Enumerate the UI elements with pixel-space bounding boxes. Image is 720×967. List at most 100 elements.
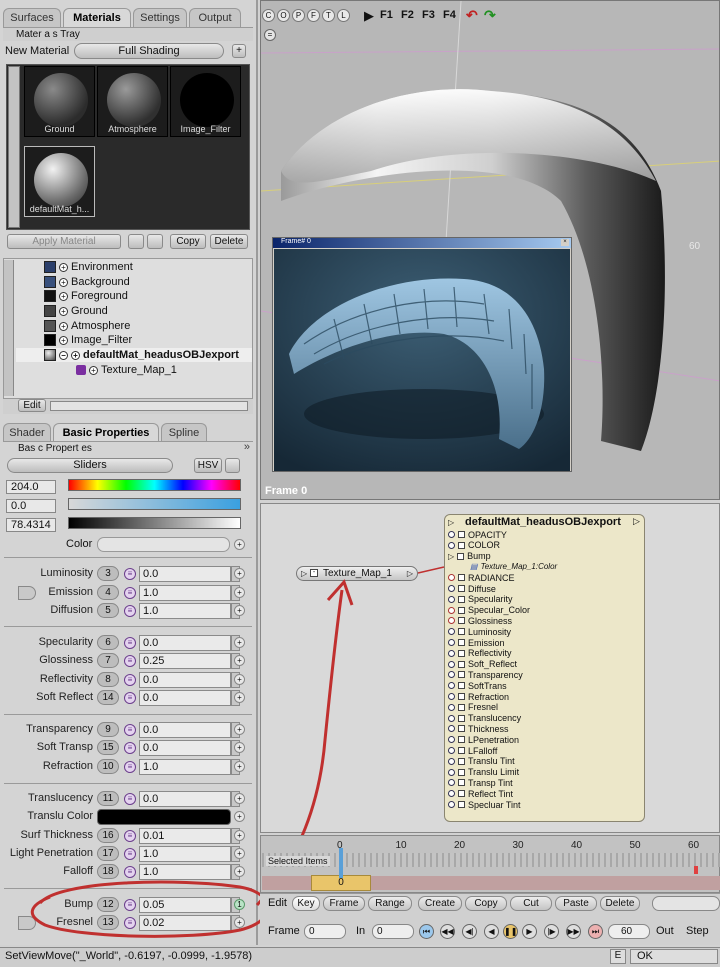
prop-value-field[interactable]: 0.25 — [139, 653, 231, 669]
channel-checkbox[interactable] — [458, 682, 465, 690]
thumb-atmosphere[interactable]: Atmosphere — [97, 66, 168, 137]
link-icon[interactable]: ≡ — [124, 917, 136, 929]
function-key-button[interactable]: F2 — [401, 9, 414, 21]
playhead[interactable] — [339, 848, 343, 878]
timeline-copy-button[interactable]: Copy — [465, 896, 507, 911]
material-channel[interactable]: Specularity — [448, 594, 513, 605]
connect-icon[interactable]: + — [234, 655, 245, 666]
connect-icon[interactable]: 1 — [234, 899, 245, 910]
function-key-button[interactable]: F1 — [380, 9, 393, 21]
material-channel[interactable]: OPACITY — [448, 529, 507, 540]
tree-item-image-filter[interactable]: + Image_Filter — [44, 333, 132, 347]
hue-field[interactable]: 204.0 — [6, 480, 56, 494]
channel-checkbox[interactable] — [458, 736, 465, 744]
link-icon[interactable]: ≡ — [124, 655, 136, 667]
texture-map-node[interactable]: ▷ - Texture_Map_1 ▷ — [296, 566, 418, 581]
tree-item-foreground[interactable]: + Foreground — [44, 289, 128, 303]
channel-input-icon[interactable] — [448, 574, 455, 582]
material-channel[interactable]: Thickness — [448, 723, 509, 734]
channel-checkbox[interactable] — [458, 768, 465, 776]
pause-icon[interactable]: ❚❚ — [503, 924, 518, 939]
link-icon[interactable]: ≡ — [124, 724, 136, 736]
prop-channel-number[interactable]: 6 — [97, 635, 119, 650]
channel-checkbox[interactable] — [458, 725, 465, 733]
thumb-default-mat[interactable]: defaultMat_h... — [24, 146, 95, 217]
material-channel[interactable]: Glossiness — [448, 615, 512, 626]
channel-input-icon[interactable] — [448, 693, 455, 700]
tree-item-environment[interactable]: + Environment — [44, 260, 133, 274]
prop-channel-number[interactable]: 13 — [97, 915, 119, 930]
channel-input-icon[interactable] — [448, 639, 455, 646]
channel-input-icon[interactable] — [448, 595, 455, 603]
prop-value-field[interactable]: 0.0 — [139, 690, 231, 706]
prop-value-field[interactable]: 1.0 — [139, 846, 231, 862]
connect-icon[interactable]: + — [234, 605, 245, 616]
channel-input-icon[interactable] — [448, 541, 455, 549]
play-reverse-icon[interactable]: ◀ — [484, 924, 499, 939]
tab-basic-properties[interactable]: Basic Properties — [53, 423, 159, 442]
material-channel[interactable]: Refraction — [448, 691, 509, 702]
channel-checkbox[interactable] — [458, 779, 465, 787]
prop-channel-number[interactable]: 18 — [97, 864, 119, 879]
prop-channel-number[interactable]: 9 — [97, 722, 119, 737]
redo-icon[interactable]: ↷ — [484, 7, 496, 24]
material-channel[interactable]: Soft_Reflect — [448, 659, 517, 670]
undo-icon[interactable]: ↶ — [466, 7, 478, 24]
channel-checkbox[interactable] — [458, 660, 465, 668]
double-chevron-icon[interactable]: » — [244, 441, 250, 453]
toolbar-letter-button[interactable]: O — [277, 9, 290, 22]
apply-material-button[interactable]: Apply Material — [7, 234, 121, 249]
connect-icon[interactable]: + — [234, 866, 245, 877]
channel-checkbox[interactable] — [457, 552, 465, 560]
tab-output[interactable]: Output — [189, 8, 241, 27]
connect-icon[interactable]: + — [234, 742, 245, 753]
tree-item-default-mat[interactable]: − + defaultMat_headusOBJexport — [16, 348, 252, 362]
out-field[interactable]: 60 — [608, 924, 650, 939]
material-channel[interactable]: Emission — [448, 637, 505, 648]
prop-channel-number[interactable]: 14 — [97, 690, 119, 705]
channel-checkbox[interactable] — [458, 531, 465, 538]
material-channel[interactable]: RADIANCE — [448, 572, 515, 583]
node-minus-icon[interactable]: - — [310, 569, 318, 577]
channel-input-icon[interactable] — [448, 531, 455, 538]
expand-icon[interactable]: + — [59, 262, 68, 272]
timeline-key-button[interactable]: Key — [292, 896, 320, 911]
to-start-icon[interactable]: ⏮ — [419, 924, 434, 939]
play-icon[interactable]: ▶ — [522, 924, 537, 939]
in-field[interactable]: 0 — [372, 924, 414, 939]
node-output-icon[interactable]: ▷ — [407, 567, 413, 580]
channel-input-icon[interactable]: ▤ — [470, 562, 478, 571]
connect-icon[interactable]: + — [234, 568, 245, 579]
material-channel[interactable]: Translu Limit — [448, 767, 519, 778]
step-back-icon[interactable]: ◀| — [462, 924, 477, 939]
prop-value-field[interactable]: 1.0 — [139, 864, 231, 880]
channel-checkbox[interactable] — [458, 606, 465, 614]
link-icon[interactable]: ≡ — [124, 761, 136, 773]
tree-scrollbar[interactable] — [4, 260, 14, 396]
prop-value-field[interactable]: 0.0 — [139, 791, 231, 807]
sat-field[interactable]: 0.0 — [6, 499, 56, 513]
thumb-ground[interactable]: Ground — [24, 66, 95, 137]
prop-channel-number[interactable]: 11 — [97, 791, 119, 806]
channel-input-icon[interactable] — [448, 747, 455, 754]
channel-checkbox[interactable] — [458, 639, 465, 646]
link-icon[interactable]: ≡ — [124, 899, 136, 911]
shading-dropdown[interactable]: Full Shading — [74, 43, 224, 59]
tab-settings[interactable]: Settings — [133, 8, 187, 27]
tab-spline[interactable]: Spline — [161, 423, 207, 442]
expand-icon[interactable]: + — [71, 350, 80, 360]
link-icon[interactable]: ≡ — [124, 848, 136, 860]
tab-shader[interactable]: Shader — [3, 423, 51, 442]
tree-edit-button[interactable]: Edit — [18, 399, 46, 412]
connect-icon[interactable]: + — [234, 724, 245, 735]
prev-key-icon[interactable]: ◀◀ — [440, 924, 455, 939]
square-button-1[interactable] — [128, 234, 144, 249]
material-channel[interactable]: Translucency — [448, 713, 521, 724]
channel-input-icon[interactable] — [448, 703, 455, 711]
channel-input-icon[interactable] — [448, 628, 455, 636]
material-channel[interactable]: LPenetration — [448, 734, 519, 745]
tab-materials[interactable]: Materials — [63, 8, 131, 27]
connect-icon[interactable]: + — [234, 811, 245, 822]
prop-channel-number[interactable]: 3 — [97, 566, 119, 581]
tree-item-background[interactable]: + Background — [44, 275, 130, 289]
